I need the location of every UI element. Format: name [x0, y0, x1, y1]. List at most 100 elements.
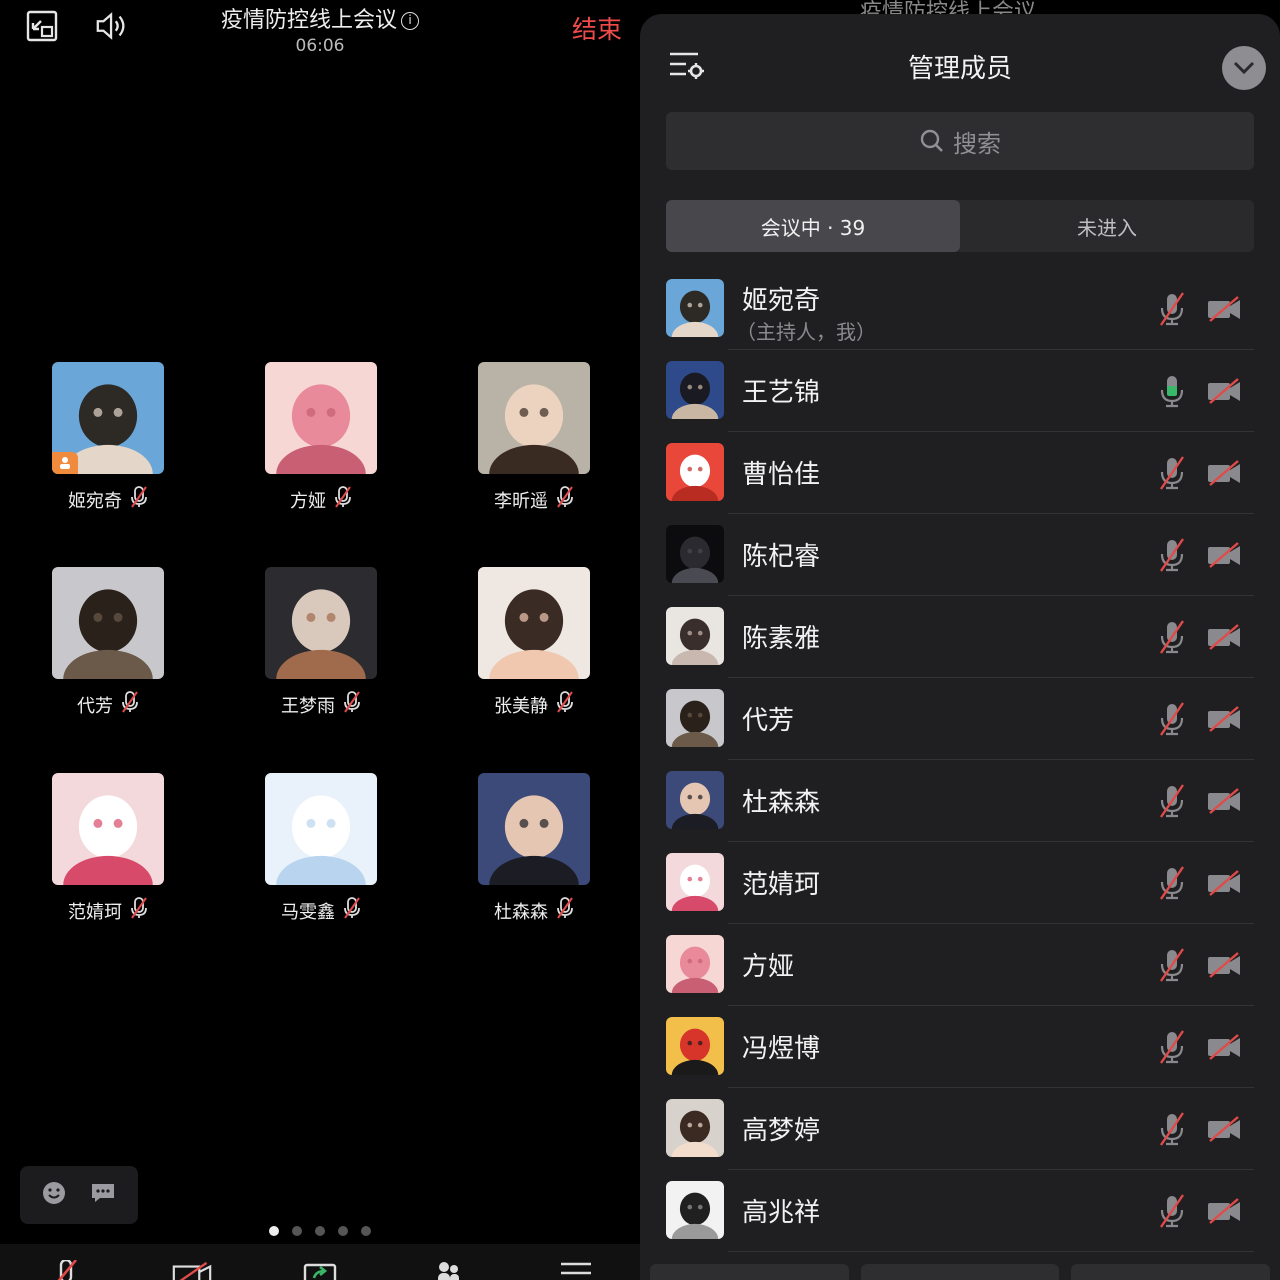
mic-muted-icon [343, 897, 361, 924]
mic-off-icon[interactable] [46, 1260, 86, 1280]
mic-muted-icon[interactable] [1158, 456, 1186, 490]
page-dot[interactable] [292, 1226, 302, 1236]
search-placeholder: 搜索 [953, 129, 1001, 158]
participant-video-tile[interactable] [52, 773, 164, 885]
participants-icon[interactable] [428, 1260, 468, 1280]
participant-name-label: 姬宛奇 [68, 490, 122, 512]
member-row[interactable]: 陈素雅 [666, 596, 1254, 678]
mic-muted-icon[interactable] [1158, 1030, 1186, 1064]
camera-off-icon[interactable] [1206, 296, 1242, 322]
action-button-2[interactable] [860, 1264, 1060, 1280]
avatar [666, 443, 724, 501]
participant-video-tile[interactable] [478, 773, 590, 885]
participant-video-tile[interactable] [478, 567, 590, 679]
info-icon[interactable]: i [401, 12, 419, 30]
page-dot[interactable] [315, 1226, 325, 1236]
participant-video-tile[interactable] [265, 567, 377, 679]
participant-name-label: 范婧珂 [68, 901, 122, 923]
mic-muted-icon [556, 486, 574, 513]
member-name: 杜森森 [742, 788, 821, 818]
mic-muted-icon[interactable] [1158, 1194, 1186, 1228]
search-input[interactable]: 搜索 [666, 112, 1254, 170]
member-row[interactable]: 方娅 [666, 924, 1254, 1006]
mic-muted-icon[interactable] [1158, 948, 1186, 982]
member-row[interactable]: 高兆祥 [666, 1170, 1254, 1252]
member-row[interactable]: 代芳 [666, 678, 1254, 760]
mic-muted-icon [121, 691, 139, 718]
tab-in-meeting[interactable]: 会议中 · 39 [666, 200, 960, 252]
participant-name-label: 代芳 [77, 695, 113, 717]
sheet-bottom-actions [640, 1264, 1280, 1280]
share-screen-icon[interactable] [300, 1260, 340, 1280]
mic-muted-icon[interactable] [1158, 702, 1186, 736]
participant-video-tile[interactable] [265, 362, 377, 474]
avatar [666, 853, 724, 911]
host-badge-icon [52, 452, 78, 474]
participant-video-tile[interactable] [265, 773, 377, 885]
minimize-window-icon[interactable] [24, 8, 60, 44]
avatar [666, 1099, 724, 1157]
camera-off-icon[interactable] [1206, 624, 1242, 650]
participant-name: 方娅 [231, 486, 411, 513]
emoji-icon[interactable] [41, 1180, 67, 1210]
action-button-1[interactable] [650, 1264, 849, 1280]
member-row[interactable]: 姬宛奇 （主持人，我） [666, 268, 1254, 350]
member-name: 陈素雅 [742, 624, 821, 654]
member-row[interactable]: 曹怡佳 [666, 432, 1254, 514]
camera-off-icon[interactable] [1206, 788, 1242, 814]
meeting-title[interactable]: 疫情防控线上会议 i [160, 2, 480, 34]
camera-off-icon[interactable] [1206, 542, 1242, 568]
participant-name: 姬宛奇 [18, 486, 198, 513]
page-dot[interactable] [269, 1226, 279, 1236]
participant-video-tile[interactable] [52, 567, 164, 679]
participant-video-tile[interactable] [478, 362, 590, 474]
camera-off-icon[interactable] [1206, 460, 1242, 486]
camera-off-icon[interactable] [1206, 378, 1242, 404]
member-name: 方娅 [742, 952, 795, 982]
camera-off-icon[interactable] [1206, 706, 1242, 732]
member-row[interactable]: 王艺锦 [666, 350, 1254, 432]
speaker-icon[interactable] [94, 8, 130, 44]
mic-muted-icon[interactable] [1158, 866, 1186, 900]
page-indicator[interactable] [0, 1226, 640, 1236]
more-menu-icon[interactable] [556, 1260, 596, 1280]
member-name: 姬宛奇 [742, 286, 821, 316]
page-dot[interactable] [361, 1226, 371, 1236]
camera-off-icon[interactable] [172, 1260, 212, 1280]
mic-muted-icon[interactable] [1158, 620, 1186, 654]
avatar [666, 689, 724, 747]
page-dot[interactable] [338, 1226, 348, 1236]
end-meeting-button[interactable]: 结束 [572, 10, 622, 46]
participant-name: 杜森森 [444, 897, 624, 924]
avatar [666, 361, 724, 419]
mic-muted-icon[interactable] [1158, 292, 1186, 326]
camera-off-icon[interactable] [1206, 870, 1242, 896]
action-button-3[interactable] [1071, 1264, 1271, 1280]
collapse-panel-button[interactable] [1222, 46, 1266, 90]
mic-muted-icon[interactable] [1158, 1112, 1186, 1146]
member-row[interactable]: 高梦婷 [666, 1088, 1254, 1170]
participant-name: 张美静 [444, 691, 624, 718]
member-name: 高梦婷 [742, 1116, 821, 1146]
chevron-down-icon [1233, 61, 1255, 75]
tab-not-joined[interactable]: 未进入 [960, 200, 1254, 252]
participant-name: 代芳 [18, 691, 198, 718]
mic-on-icon[interactable] [1158, 374, 1186, 408]
mic-muted-icon[interactable] [1158, 538, 1186, 572]
camera-off-icon[interactable] [1206, 1198, 1242, 1224]
mic-muted-icon [334, 486, 352, 513]
camera-off-icon[interactable] [1206, 1034, 1242, 1060]
mic-muted-icon [130, 486, 148, 513]
member-row[interactable]: 陈杞睿 [666, 514, 1254, 596]
member-row[interactable]: 冯煜博 [666, 1006, 1254, 1088]
member-row[interactable]: 范婧珂 [666, 842, 1254, 924]
camera-off-icon[interactable] [1206, 1116, 1242, 1142]
member-row[interactable]: 杜森森 [666, 760, 1254, 842]
avatar [666, 1017, 724, 1075]
mic-muted-icon[interactable] [1158, 784, 1186, 818]
meeting-header[interactable]: 疫情防控线上会议 i 06:06 [160, 2, 480, 56]
mic-muted-icon [343, 691, 361, 718]
participant-video-tile[interactable] [52, 362, 164, 474]
camera-off-icon[interactable] [1206, 952, 1242, 978]
chat-icon[interactable] [89, 1181, 117, 1209]
